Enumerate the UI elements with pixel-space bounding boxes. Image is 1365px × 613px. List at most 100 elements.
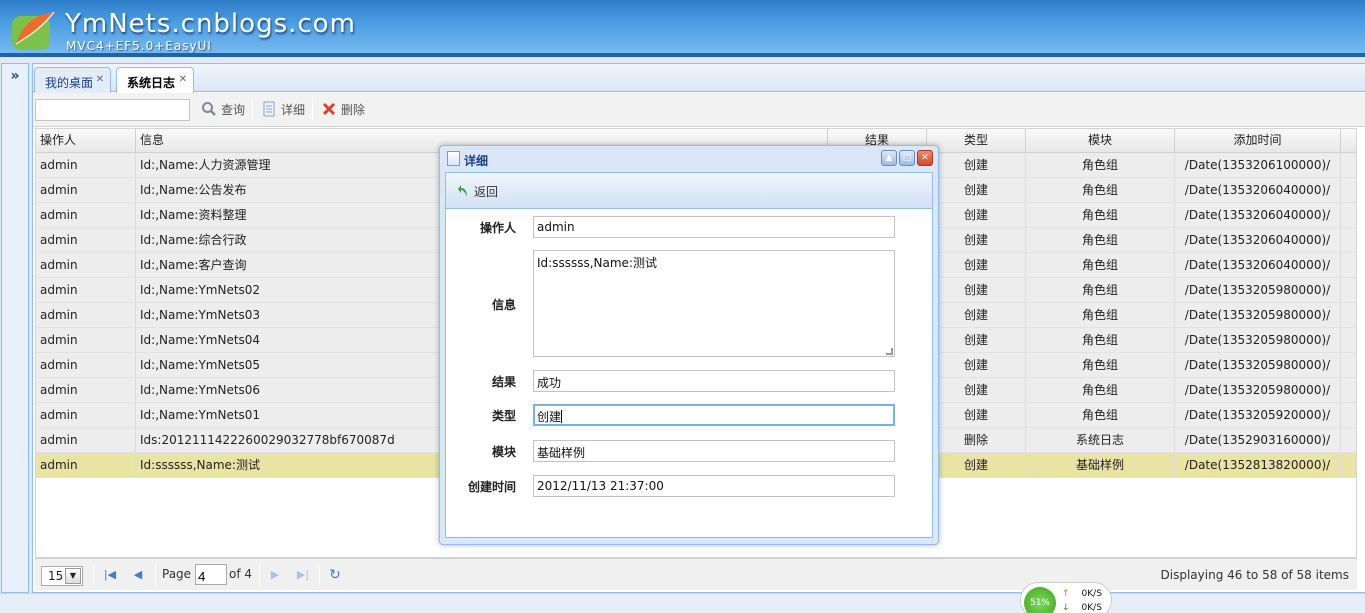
first-page-icon[interactable]: |◀	[102, 567, 118, 583]
network-monitor-widget[interactable]: 51% ↑ 0K/S ↓ 0K/S	[1020, 582, 1112, 613]
page-label: Page	[162, 567, 192, 581]
expand-panel-icon[interactable]: »	[2, 68, 28, 84]
cell-module: 角色组	[1026, 278, 1175, 302]
cell-user: admin	[36, 278, 136, 302]
page-number-input[interactable]	[195, 564, 227, 585]
query-button[interactable]: 查询	[201, 101, 245, 119]
cell-module: 基础样例	[1026, 453, 1175, 477]
column-header-module[interactable]: 模块	[1026, 129, 1175, 153]
cell-time: /Date(1353205980000)/	[1175, 328, 1341, 352]
column-header-time[interactable]: 添加时间	[1175, 129, 1341, 153]
refresh-icon[interactable]: ↻	[327, 567, 343, 583]
tab-close-icon[interactable]: ✕	[179, 74, 187, 85]
delete-button[interactable]: 删除	[321, 101, 365, 119]
query-label: 查询	[221, 103, 246, 117]
dialog-title: 详细	[464, 154, 489, 168]
download-speed: ↓ 0K/S	[1062, 603, 1102, 613]
cell-time: /Date(1353205980000)/	[1175, 303, 1341, 327]
pagination-bar: 15 ▼ |◀ ◀ Page of 4 ▶ ▶| ↻ Displaying 46…	[35, 558, 1357, 590]
search-input[interactable]	[35, 99, 190, 121]
cell-time: /Date(1353206040000)/	[1175, 178, 1341, 202]
chevron-down-icon[interactable]: ▼	[65, 568, 81, 584]
column-header-user[interactable]: 操作人	[36, 129, 136, 153]
back-label: 返回	[474, 185, 499, 199]
page-size-select[interactable]: 15 ▼	[41, 566, 83, 586]
result-field[interactable]: 成功	[533, 370, 895, 392]
cell-time: /Date(1353206040000)/	[1175, 203, 1341, 227]
time-field[interactable]: 2012/11/13 21:37:00	[533, 475, 895, 497]
delete-icon	[322, 102, 336, 116]
type-label: 类型	[491, 409, 516, 423]
up-arrow-icon: ↑	[1062, 589, 1070, 599]
cell-user: admin	[36, 328, 136, 352]
cell-module: 角色组	[1026, 328, 1175, 352]
resize-handle-icon[interactable]	[886, 348, 893, 355]
detail-dialog: 详细 ▲ □ ✕ 返回 操作人 admin 信息 Id:ssssss,Name:…	[439, 145, 939, 545]
search-icon	[202, 102, 216, 116]
cell-time: /Date(1353205980000)/	[1175, 278, 1341, 302]
back-arrow-icon	[458, 185, 467, 197]
tab-strip: 我的桌面 ✕ 系统日志 ✕	[33, 64, 1365, 93]
cell-module: 角色组	[1026, 228, 1175, 252]
cell-module: 角色组	[1026, 178, 1175, 202]
cell-type: 创建	[927, 328, 1026, 352]
app-header: YmNets.cnblogs.com MVC4+EF5.0+EasyUI	[0, 0, 1365, 57]
cell-type: 创建	[927, 353, 1026, 377]
cell-module: 角色组	[1026, 203, 1175, 227]
logo-icon	[12, 11, 55, 50]
cell-user: admin	[36, 303, 136, 327]
document-icon	[263, 101, 275, 117]
brand-title: YmNets.cnblogs.com	[65, 9, 356, 39]
cell-time: /Date(1352903160000)/	[1175, 428, 1341, 452]
tab-system-log[interactable]: 系统日志 ✕	[116, 67, 194, 93]
user-field[interactable]: admin	[533, 216, 895, 238]
cell-type: 创建	[927, 303, 1026, 327]
brand-tagline: MVC4+EF5.0+EasyUI	[66, 39, 212, 53]
maximize-icon[interactable]: □	[899, 150, 915, 166]
tab-desktop[interactable]: 我的桌面 ✕	[34, 67, 111, 93]
cell-time: /Date(1353206040000)/	[1175, 253, 1341, 277]
cell-type: 创建	[927, 253, 1026, 277]
west-panel-collapsed: »	[1, 63, 29, 593]
info-textarea[interactable]: Id:ssssss,Name:测试	[533, 250, 895, 357]
tab-close-icon[interactable]: ✕	[96, 74, 104, 85]
type-value: 创建	[537, 410, 562, 424]
last-page-icon[interactable]: ▶|	[295, 567, 311, 583]
detail-button[interactable]: 详细	[261, 101, 305, 119]
cell-type: 创建	[927, 403, 1026, 427]
time-label: 创建时间	[467, 480, 516, 494]
cell-user: admin	[36, 253, 136, 277]
cell-type: 创建	[927, 278, 1026, 302]
collapse-icon[interactable]: ▲	[881, 150, 897, 166]
cell-time: /Date(1353205980000)/	[1175, 353, 1341, 377]
module-label: 模块	[491, 445, 516, 459]
cell-type: 创建	[927, 453, 1026, 477]
cell-module: 系统日志	[1026, 428, 1175, 452]
tab-label: 系统日志	[127, 76, 176, 90]
cell-type: 创建	[927, 228, 1026, 252]
cell-type: 创建	[927, 178, 1026, 202]
cell-time: /Date(1352813820000)/	[1175, 453, 1341, 477]
next-page-icon[interactable]: ▶	[267, 567, 283, 583]
cell-type: 创建	[927, 203, 1026, 227]
document-icon	[447, 151, 460, 166]
prev-page-icon[interactable]: ◀	[130, 567, 146, 583]
page-size-value: 15	[48, 569, 64, 583]
cell-module: 角色组	[1026, 303, 1175, 327]
back-button[interactable]: 返回	[458, 183, 498, 200]
page-count-label: of 4	[229, 567, 253, 581]
cell-user: admin	[36, 453, 136, 477]
column-header-type[interactable]: 类型	[927, 129, 1026, 153]
cell-module: 角色组	[1026, 403, 1175, 427]
info-label: 信息	[491, 298, 516, 312]
module-field[interactable]: 基础样例	[533, 440, 895, 462]
cell-module: 角色组	[1026, 153, 1175, 177]
close-icon[interactable]: ✕	[917, 150, 933, 166]
cell-time: /Date(1353205920000)/	[1175, 403, 1341, 427]
type-field[interactable]: 创建	[533, 404, 895, 426]
dialog-toolbar: 返回	[446, 173, 932, 209]
cell-type: 删除	[927, 428, 1026, 452]
cell-time: /Date(1353205980000)/	[1175, 378, 1341, 402]
cell-time: /Date(1353206100000)/	[1175, 153, 1341, 177]
upload-speed: ↑ 0K/S	[1062, 589, 1102, 599]
